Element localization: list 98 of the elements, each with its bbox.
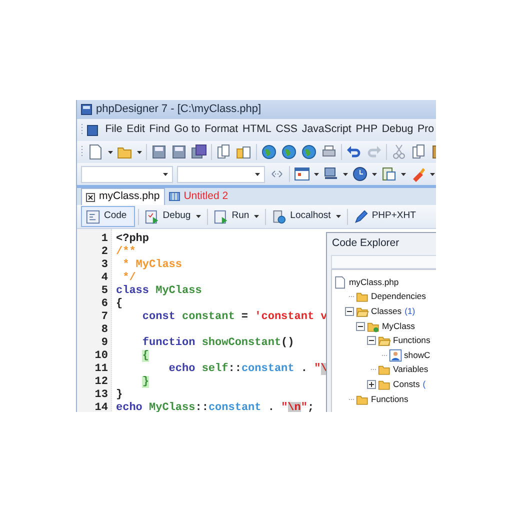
code-icon [86,210,100,224]
tree-item[interactable]: Consts [393,378,420,391]
clock-icon[interactable] [352,166,368,182]
item-count: ( [422,378,426,391]
tree-item[interactable]: Variables [393,363,428,376]
globe-icon[interactable] [281,144,297,160]
mode-button[interactable]: Localhost [269,206,344,227]
line-number: 2 [100,246,109,259]
window-title: phpDesigner 7 - [C:\myClass.php] [96,102,262,118]
tree-item[interactable]: showC [404,348,430,362]
caret-icon[interactable] [108,150,113,154]
window-icon[interactable] [294,166,310,182]
line-number: 12 [94,376,109,389]
new-file-icon[interactable] [88,144,104,160]
expander-icon[interactable] [367,380,376,389]
line-number: 8 [100,324,109,337]
app-icon [81,104,92,115]
menu-item[interactable]: CSS [274,122,300,138]
close-icon[interactable] [86,192,95,202]
menu-item[interactable]: PHP [354,122,380,138]
line-number: 7 [100,311,109,324]
folder-file-icon[interactable] [236,144,252,160]
code-line: function showConstant() [141,337,294,350]
code-line: class MyClass [116,285,202,298]
menu-item[interactable]: JavaScript [300,122,354,138]
save-icon[interactable] [151,144,167,160]
expander-icon[interactable] [367,336,376,346]
save-all-icon[interactable] [191,144,207,160]
code-line: echo MyClass::constant . "\n"; [116,402,314,412]
dropdown-field[interactable] [177,166,265,182]
globe-icon[interactable] [301,144,317,160]
tree-item[interactable]: Classes [371,305,402,318]
save-as-icon[interactable] [171,144,187,160]
caret-icon[interactable] [343,172,348,176]
tree-item[interactable]: Dependencies [371,290,426,304]
menu-item[interactable]: File [103,122,124,138]
line-number: 13 [94,389,109,402]
mode-button[interactable]: Code [81,206,135,227]
globe-icon[interactable] [261,144,277,160]
caret-icon [255,172,260,176]
code-line: * MyClass [122,259,182,272]
caret-icon[interactable] [430,172,435,176]
code-line: /** [116,246,136,259]
folder-icon [356,290,369,304]
line-number: 6 [100,298,109,311]
line-number: 9 [100,337,109,350]
code-line: { [116,298,123,311]
cut-icon[interactable] [391,144,407,160]
app-menu-icon [87,124,98,136]
line-number: 5 [100,285,109,298]
folder-icon [378,363,391,376]
file-tab[interactable]: myClass.php [81,188,165,205]
menu-item[interactable]: Pro [415,122,436,138]
menu-item[interactable]: Format [202,122,240,138]
code-line: <?php [116,233,150,246]
mode-button[interactable]: Debug [142,206,204,227]
code-line: */ [122,272,136,285]
copy-file-icon[interactable] [216,144,232,160]
tree-item[interactable]: MyClass [382,320,415,333]
line-number: 1 [100,233,109,246]
caret-icon [163,172,168,176]
menu-item[interactable]: Go to [172,122,202,138]
menu-item[interactable]: Find [147,122,172,138]
line-number: 14 [94,402,109,412]
mode-button[interactable]: PHP+XHT [350,206,419,227]
method-icon [389,348,402,362]
menu-item[interactable]: Debug [380,122,416,138]
caret-icon[interactable] [372,172,377,176]
debug-icon [144,210,159,224]
menu-item[interactable]: HTML [240,122,274,138]
line-number: 11 [94,363,109,376]
server-icon [272,210,286,224]
open-folder-icon [378,334,391,348]
undo-icon[interactable] [346,144,362,160]
copy-icon[interactable] [411,144,427,160]
mode-button[interactable]: Run [210,206,262,227]
expander-icon[interactable] [345,306,354,316]
expander-icon[interactable] [356,322,365,331]
item-count: (1) [404,305,416,318]
dropdown-field[interactable] [81,166,173,182]
filter-field[interactable] [331,255,436,269]
panel-title: Code Explorer [332,236,400,252]
caret-icon[interactable] [314,172,319,176]
tree-item[interactable]: Functions [371,392,408,406]
line-number: 4 [100,272,109,285]
line-number: 3 [100,259,109,272]
caret-icon[interactable] [401,172,406,176]
grid-icon [168,192,180,201]
run-icon [214,210,228,224]
tree-item[interactable]: Functions [393,334,430,348]
pencil-icon [354,210,368,224]
document-icon[interactable] [381,166,397,182]
caret-icon[interactable] [137,150,142,154]
code-line: } [116,389,123,402]
menu-item[interactable]: Edit [124,122,148,138]
line-number: 10 [94,350,109,363]
file-icon [334,276,347,289]
tree-item[interactable]: myClass.php [349,276,399,289]
